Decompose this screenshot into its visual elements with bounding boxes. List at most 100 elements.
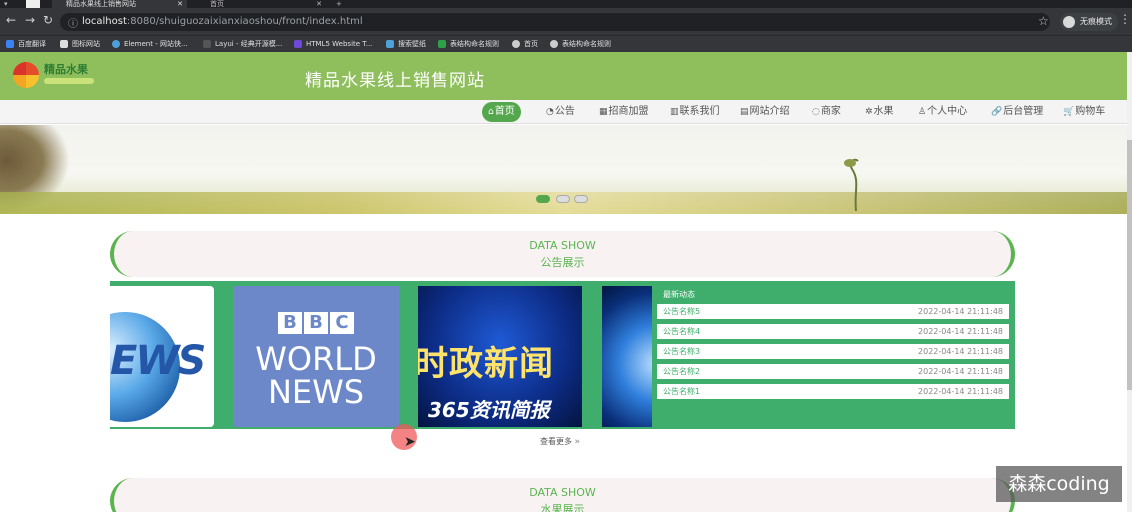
mouse-pointer-icon: ➤ [404, 434, 416, 450]
cart-icon: 🛒 [1063, 107, 1075, 117]
bookmark-item[interactable]: 图标网站 [60, 38, 100, 50]
back-icon[interactable]: ← [4, 13, 18, 27]
section-heading-en: DATA SHOW [529, 239, 596, 252]
incognito-icon [1063, 16, 1075, 28]
nav-item-cart[interactable]: 🛒购物车 [1063, 106, 1105, 118]
list-item[interactable]: 公告名称4 2022-04-14 21:11:48 [657, 324, 1009, 339]
browser-tab[interactable]: 首页 ✕ [196, 0, 326, 8]
carousel-dot[interactable] [574, 195, 588, 203]
bookmark-icon [203, 40, 211, 48]
nav-item-franchise[interactable]: ▦招商加盟 [599, 106, 649, 118]
phone-icon: ▥ [670, 107, 679, 117]
carousel-dot[interactable] [556, 195, 570, 203]
grid-icon: ▦ [599, 107, 608, 117]
nav-item-notice[interactable]: ◔公告 [546, 106, 575, 118]
bookmark-item[interactable]: 表结构命名规则 [550, 38, 611, 50]
site-header: 精品水果 精品水果线上销售网站 [0, 52, 1127, 100]
double-chevron-right-icon: » [574, 437, 581, 447]
nav-item-admin[interactable]: 🔗后台管理 [991, 106, 1043, 118]
incognito-profile-button[interactable]: 无痕模式 [1060, 13, 1118, 31]
browser-tab-label: 首页 [210, 0, 224, 8]
thumbnail-text: 365资讯简报 [428, 398, 550, 422]
page-scrollbar-thumb[interactable] [1127, 140, 1132, 390]
thumbnail-text: NEWS [267, 373, 365, 411]
home-icon: ⌂ [488, 107, 494, 117]
nav-item-home[interactable]: ⌂首页 [482, 102, 521, 122]
address-bar[interactable]: ⓘ localhost:8080/shuiguozaixianxiaoshou/… [60, 13, 1050, 31]
thumbnail-text: 时政新闻 [418, 344, 554, 384]
browser-tab-active[interactable]: 精品水果线上销售网站 ✕ [52, 0, 187, 8]
video-watermark: 森森coding [996, 466, 1122, 502]
nav-item-profile[interactable]: ♙个人中心 [918, 106, 967, 118]
link-icon: 🔗 [991, 107, 1003, 117]
list-item[interactable]: 公告名称5 2022-04-14 21:11:48 [657, 304, 1009, 319]
screen: ▾ 精品水果线上销售网站 ✕ 首页 ✕ + ← → ↻ ⓘ localhost:… [0, 0, 1132, 512]
bookmark-item[interactable]: Element - 网站快... [112, 38, 188, 50]
fruit-section-heading: DATA SHOW 水果展示 [110, 478, 1015, 512]
list-item[interactable]: 公告名称3 2022-04-14 21:11:48 [657, 344, 1009, 359]
document-icon: ▤ [740, 107, 749, 117]
bookmark-item[interactable]: 表结构命名规则 [438, 38, 499, 50]
bookmark-icon [60, 40, 68, 48]
nav-item-merchant[interactable]: ◌商家 [812, 106, 841, 118]
url-text: localhost:8080/shuiguozaixianxiaoshou/fr… [82, 16, 363, 27]
bookmark-icon [512, 40, 520, 48]
bookmark-item[interactable]: Layui - 经典开源模... [203, 38, 282, 50]
view-more-link[interactable]: 查看更多 » [540, 436, 580, 447]
section-heading-en: DATA SHOW [529, 486, 596, 499]
close-tab-icon[interactable]: ✕ [316, 0, 322, 8]
chat-icon: ◌ [812, 107, 820, 117]
site-title: 精品水果线上销售网站 [305, 71, 485, 91]
browser-tabstrip: ▾ 精品水果线上销售网站 ✕ 首页 ✕ + [0, 0, 1132, 8]
section-heading-cn: 公告展示 [540, 256, 585, 269]
bbc-logo: BBC [274, 312, 358, 334]
reload-icon[interactable]: ↻ [41, 13, 55, 27]
bookmarks-bar: 百度翻译 图标网站 Element - 网站快... Layui - 经典开源模… [0, 35, 1132, 52]
nav-item-fruit[interactable]: ✲水果 [865, 106, 894, 118]
close-tab-icon[interactable]: ✕ [177, 0, 183, 8]
list-item[interactable]: 公告名称1 2022-04-14 21:11:48 [657, 384, 1009, 399]
notice-thumbnail[interactable]: BBC WORLD NEWS [233, 286, 399, 427]
bookmark-icon [550, 40, 558, 48]
notice-thumbnail[interactable] [602, 286, 652, 427]
section-heading-cn: 水果展示 [540, 503, 585, 512]
browser-menu-icon[interactable]: ⋮ [1119, 12, 1131, 26]
bookmark-icon [294, 40, 302, 48]
notice-panel: EWS BBC WORLD NEWS 时政新闻 365资讯简报 最新动态 公告名… [110, 281, 1015, 429]
main-nav: ⌂首页 ◔公告 ▦招商加盟 ▥联系我们 ▤网站介绍 ◌商家 ✲水果 ♙个人中心 … [0, 100, 1127, 124]
notice-section-heading: DATA SHOW 公告展示 [110, 231, 1015, 277]
bookmark-item[interactable]: 百度翻译 [6, 38, 46, 50]
bookmark-item[interactable]: HTML5 Website T... [294, 38, 372, 50]
clock-icon: ◔ [546, 107, 554, 117]
carousel-dot[interactable] [536, 195, 550, 203]
thumbnail-text: EWS [110, 338, 206, 384]
browser-tab-label: 精品水果线上销售网站 [66, 0, 136, 8]
thumbnail-text: WORLD [255, 340, 377, 378]
info-icon[interactable]: ⓘ [68, 15, 78, 30]
notice-thumbnail[interactable]: EWS [110, 286, 214, 427]
forward-icon[interactable]: → [23, 13, 37, 27]
list-item[interactable]: 公告名称2 2022-04-14 21:11:48 [657, 364, 1009, 379]
nav-item-about[interactable]: ▤网站介绍 [740, 106, 790, 118]
carousel-indicators [536, 194, 590, 204]
bookmark-item[interactable]: 搜索壁纸 [386, 38, 426, 50]
banner-sprout-image [844, 158, 859, 211]
latest-news-title: 最新动态 [663, 290, 695, 299]
notice-thumbnail[interactable]: 时政新闻 365资讯简报 [418, 286, 582, 427]
bookmark-star-icon[interactable]: ☆ [1038, 14, 1049, 28]
nav-item-contact[interactable]: ▥联系我们 [670, 106, 720, 118]
tab-menu-icon[interactable]: ▾ [4, 0, 14, 8]
profile-label: 无痕模式 [1080, 17, 1112, 26]
flower-icon: ✲ [865, 107, 873, 117]
user-icon: ♙ [918, 107, 927, 117]
new-tab-button[interactable]: + [336, 0, 350, 8]
bookmark-icon [6, 40, 14, 48]
tab-switcher-icon[interactable] [26, 0, 40, 8]
site-logo[interactable]: 精品水果 [12, 58, 98, 92]
latest-news-list: 最新动态 公告名称5 2022-04-14 21:11:48 公告名称4 2022-… [657, 289, 1009, 419]
bookmark-icon [112, 40, 120, 48]
bookmark-icon [438, 40, 446, 48]
bookmark-icon [386, 40, 394, 48]
logo-text: 精品水果 [44, 62, 88, 76]
bookmark-item[interactable]: 首页 [512, 38, 538, 50]
